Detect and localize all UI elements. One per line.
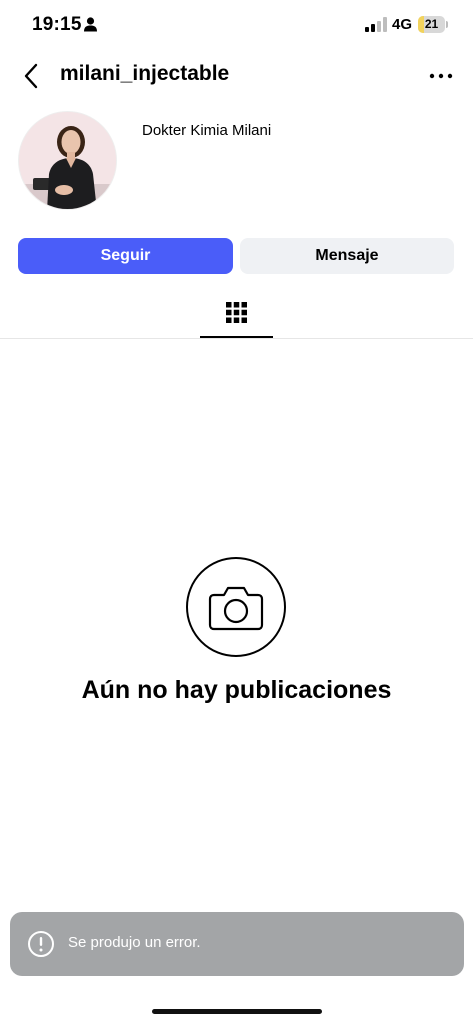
alert-circle-icon	[28, 931, 54, 957]
battery-icon: 21	[418, 16, 448, 33]
grid-icon	[226, 302, 247, 323]
empty-state-title: Aún no hay publicaciones	[81, 676, 392, 704]
camera-icon	[208, 586, 264, 631]
person-icon	[84, 17, 97, 32]
profile-screen: 19:15 4G 21 milani_injectable Dokter Kim…	[0, 0, 473, 1024]
tab-posts-grid[interactable]	[200, 296, 273, 338]
message-button[interactable]: Mensaje	[240, 238, 454, 274]
status-bar: 19:15 4G 21	[0, 0, 473, 50]
avatar[interactable]	[18, 111, 117, 210]
more-horizontal-icon[interactable]	[426, 64, 456, 88]
error-toast[interactable]: Se produjo un error.	[10, 912, 464, 976]
home-indicator[interactable]	[152, 1009, 322, 1014]
tabs-divider	[0, 338, 473, 339]
profile-display-name: Dokter Kimia Milani	[142, 122, 272, 139]
empty-state-icon-circle	[186, 557, 286, 657]
network-label: 4G	[392, 16, 413, 33]
toast-message: Se produjo un error.	[68, 934, 201, 951]
profile-username: milani_injectable	[60, 62, 230, 85]
chevron-left-icon[interactable]	[20, 62, 44, 90]
follow-button[interactable]: Seguir	[18, 238, 233, 274]
signal-icon	[365, 17, 387, 32]
profile-photo	[19, 112, 116, 209]
status-time: 19:15	[32, 14, 82, 35]
battery-percent: 21	[424, 17, 439, 31]
profile-header: milani_injectable	[0, 50, 473, 102]
